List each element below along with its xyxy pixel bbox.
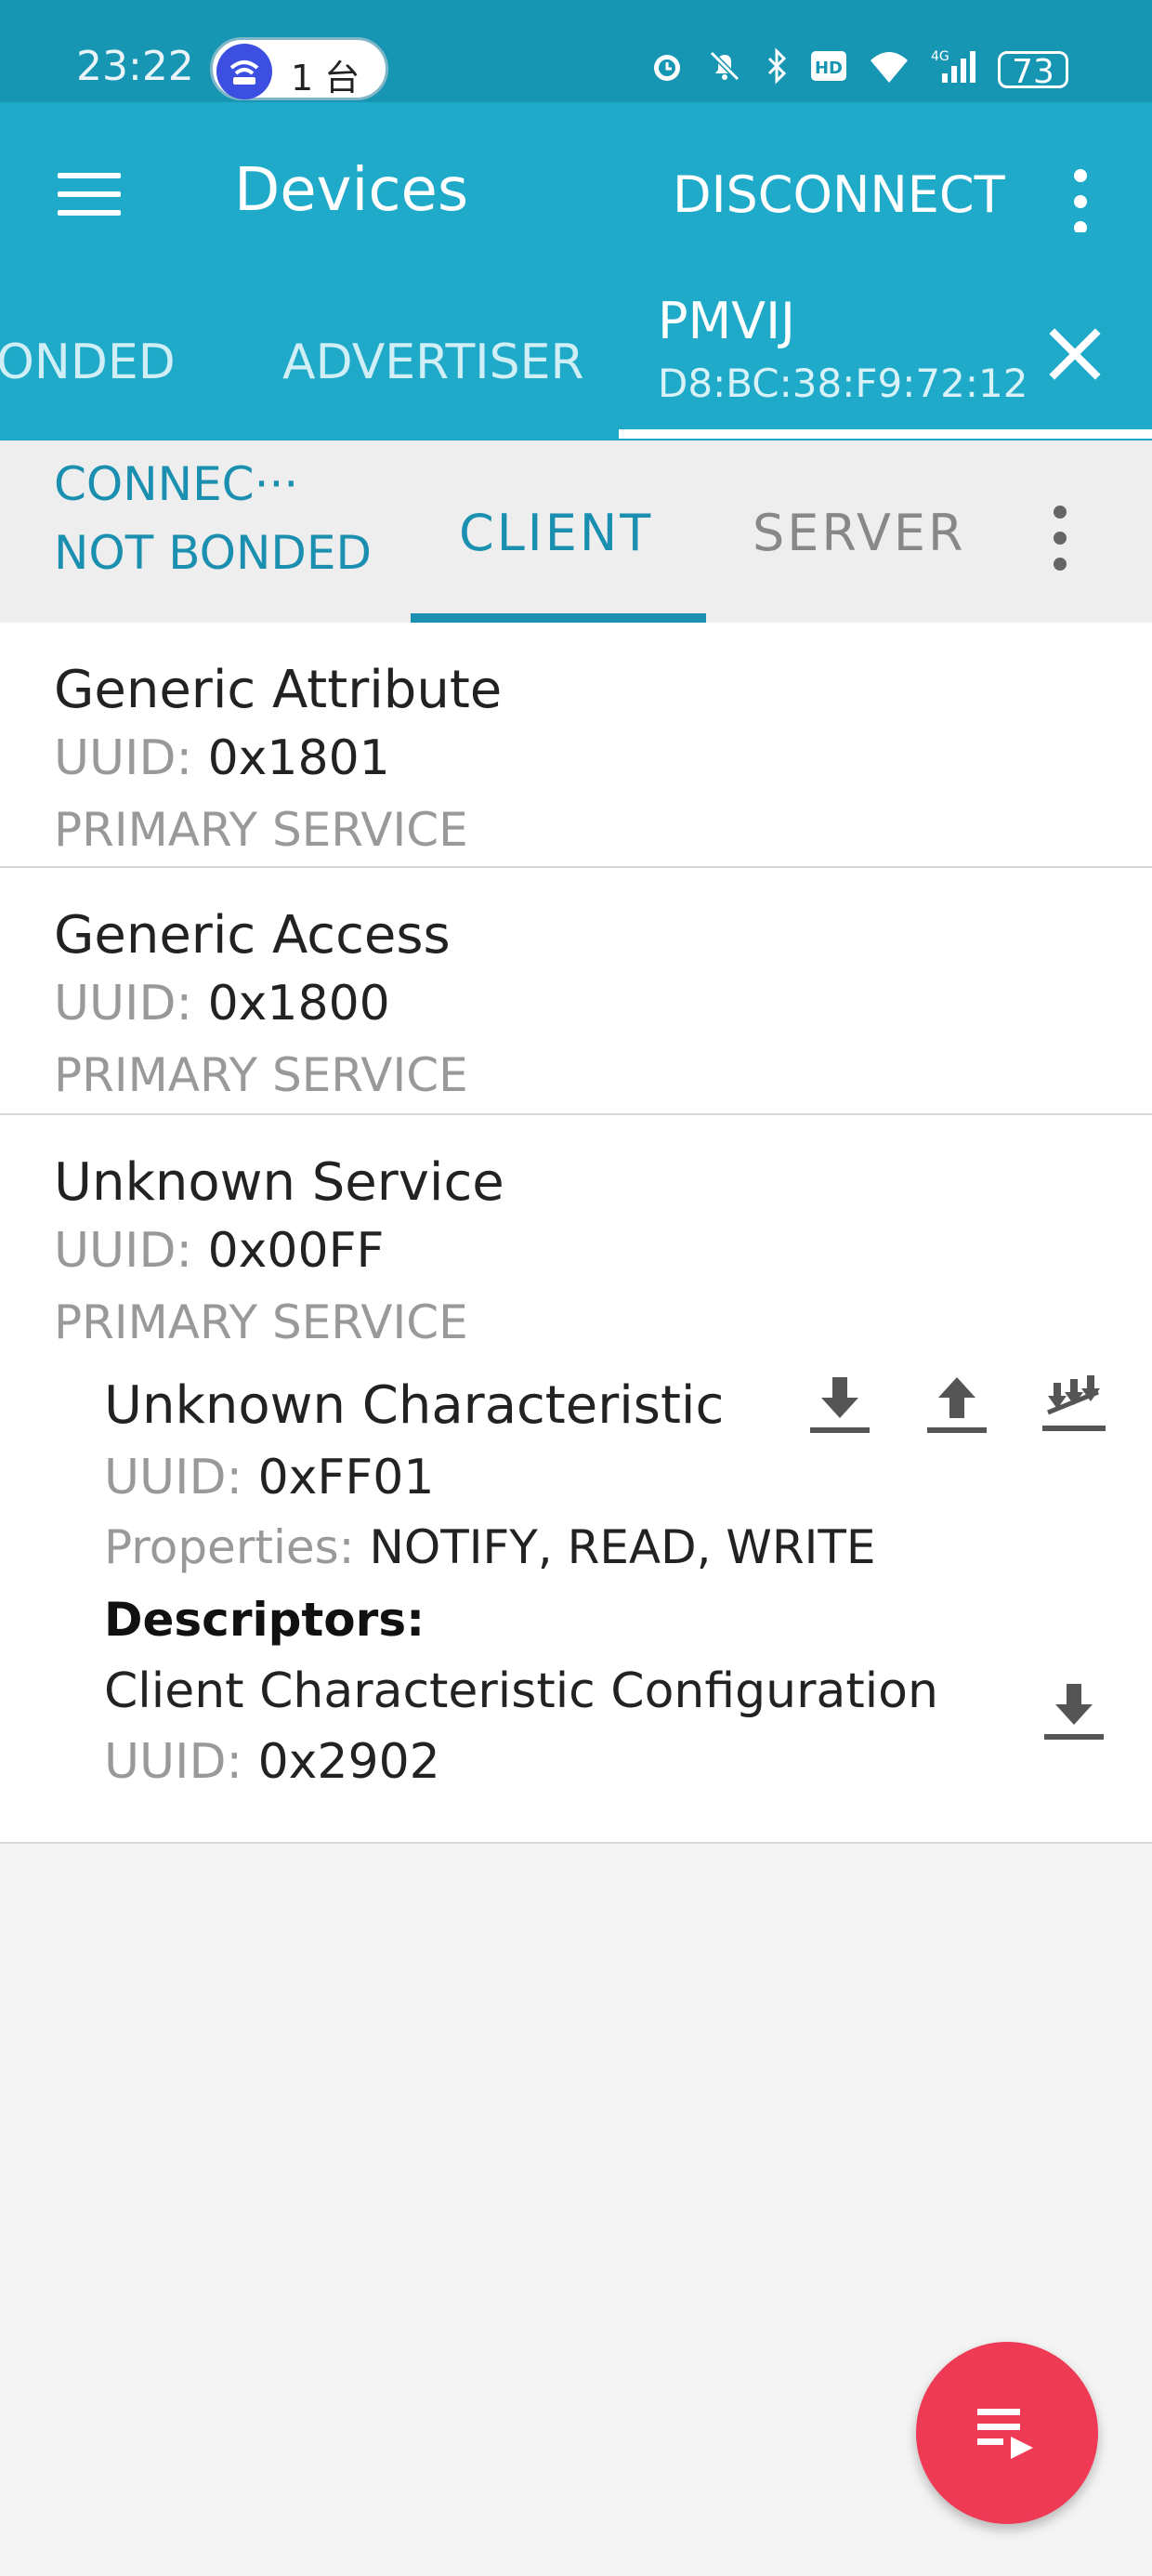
cellular-signal-icon: 4G: [931, 47, 977, 93]
download-icon[interactable]: [805, 1370, 875, 1440]
tab-advertiser[interactable]: ADVERTISER: [282, 335, 584, 390]
uuid-label: UUID:: [54, 1223, 193, 1279]
status-time: 23:22: [76, 43, 194, 90]
device-tab-indicator: [619, 429, 1152, 439]
service-item[interactable]: Generic Attribute UUID: 0x1801 PRIMARY S…: [0, 623, 1152, 868]
uuid-value: 0x2902: [257, 1734, 440, 1790]
svg-text:4G: 4G: [931, 49, 949, 64]
service-uuid: UUID: 0x00FF: [54, 1223, 384, 1279]
hotspot-count: 1 台: [291, 58, 360, 99]
page-title: Devices: [234, 156, 469, 225]
upload-icon[interactable]: [922, 1370, 992, 1440]
svg-text:HD: HD: [815, 59, 843, 78]
service-name: Generic Attribute: [54, 660, 503, 720]
service-type: PRIMARY SERVICE: [54, 1295, 468, 1349]
bluetooth-icon: [764, 46, 790, 93]
descriptor-name[interactable]: Client Characteristic Configuration: [104, 1663, 938, 1719]
battery-icon: 73: [998, 51, 1068, 91]
device-mac-address: D8:BC:38:F9:72:12: [658, 361, 1028, 406]
notify-multiple-download-icon[interactable]: [1039, 1370, 1109, 1440]
hd-icon: HD: [810, 50, 847, 90]
alarm-icon: [648, 47, 686, 93]
status-bar: 23:22 1 台 HD 4G 73: [0, 0, 1152, 102]
characteristic-uuid: UUID: 0xFF01: [104, 1450, 434, 1505]
tab-server[interactable]: SERVER: [753, 504, 966, 562]
service-type: PRIMARY SERVICE: [54, 803, 468, 857]
service-type: PRIMARY SERVICE: [54, 1048, 468, 1102]
hamburger-icon[interactable]: [58, 173, 121, 229]
characteristic-name[interactable]: Unknown Characteristic: [104, 1375, 724, 1436]
device-tabs: ONDED ADVERTISER PMVIJ D8:BC:38:F9:72:12: [0, 232, 1152, 440]
tab-client[interactable]: CLIENT: [459, 504, 653, 562]
wifi-icon: [868, 47, 910, 93]
service-uuid: UUID: 0x1801: [54, 730, 390, 786]
connection-status: CONNEC··· NOT BONDED: [54, 450, 388, 623]
hotspot-icon: [216, 44, 272, 99]
client-tab-indicator: [411, 613, 706, 623]
tab-device[interactable]: PMVIJ D8:BC:38:F9:72:12: [619, 292, 1152, 440]
properties-label: Properties:: [104, 1520, 355, 1574]
status-icons: HD 4G 73: [648, 46, 1068, 93]
uuid-value: 0x00FF: [207, 1223, 385, 1279]
connection-state-label: CONNEC···: [54, 457, 299, 511]
log-fab-button[interactable]: [916, 2342, 1098, 2524]
disconnect-button[interactable]: DISCONNECT: [673, 165, 1005, 224]
sub-tabs: CONNEC··· NOT BONDED CLIENT SERVER: [0, 440, 1152, 623]
device-name: PMVIJ: [658, 292, 795, 350]
app-bar: Devices DISCONNECT: [0, 102, 1152, 234]
more-vert-icon[interactable]: [1054, 506, 1067, 584]
descriptors-heading: Descriptors:: [104, 1593, 425, 1647]
service-item[interactable]: Generic Access UUID: 0x1800 PRIMARY SERV…: [0, 868, 1152, 1115]
descriptor-uuid: UUID: 0x2902: [104, 1734, 440, 1790]
log-list-icon: [977, 2409, 1033, 2459]
bond-state-label: NOT BONDED: [54, 526, 372, 580]
characteristic-properties: Properties: NOTIFY, READ, WRITE: [104, 1520, 875, 1574]
close-icon[interactable]: [1042, 322, 1107, 387]
service-uuid: UUID: 0x1800: [54, 976, 390, 1032]
properties-value: NOTIFY, READ, WRITE: [369, 1520, 876, 1574]
uuid-value: 0x1800: [207, 976, 390, 1032]
tab-bonded[interactable]: ONDED: [0, 335, 176, 390]
service-name: Generic Access: [54, 905, 451, 966]
uuid-label: UUID:: [54, 730, 193, 786]
uuid-value: 0xFF01: [257, 1450, 435, 1505]
uuid-label: UUID:: [104, 1734, 243, 1790]
hotspot-pill[interactable]: 1 台: [210, 37, 388, 100]
service-name: Unknown Service: [54, 1152, 504, 1213]
download-icon[interactable]: [1039, 1676, 1109, 1747]
uuid-label: UUID:: [104, 1450, 243, 1505]
uuid-label: UUID:: [54, 976, 193, 1032]
uuid-value: 0x1801: [207, 730, 390, 786]
mute-icon: [706, 47, 743, 93]
services-list: Generic Attribute UUID: 0x1801 PRIMARY S…: [0, 623, 1152, 1844]
